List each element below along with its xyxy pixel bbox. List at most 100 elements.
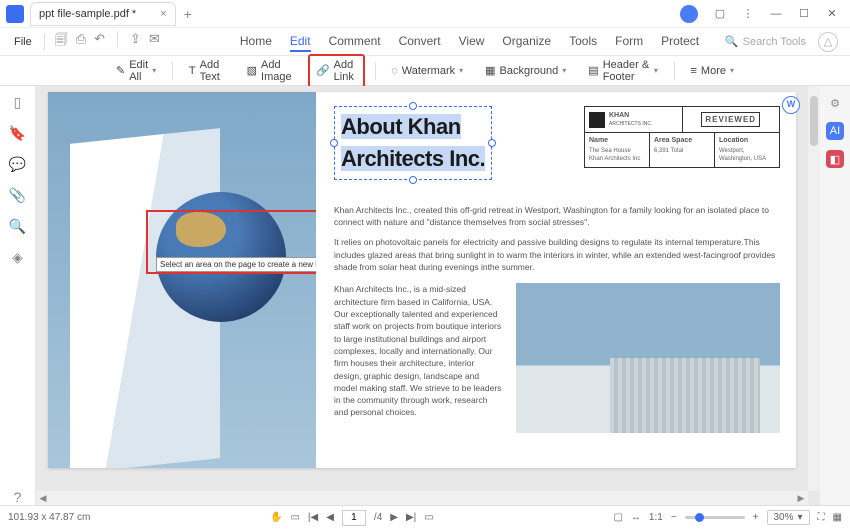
tab-convert[interactable]: Convert — [399, 32, 441, 52]
selected-text-frame[interactable]: About Khan Architects Inc. — [334, 106, 492, 180]
user-avatar[interactable] — [680, 5, 698, 23]
prev-page-icon[interactable]: ◀ — [326, 512, 334, 523]
more-icon: ≡ — [691, 65, 697, 77]
new-tab-button[interactable]: + — [184, 6, 192, 22]
brand-logo-icon — [589, 112, 605, 128]
document-tab[interactable]: ppt file-sample.pdf * × — [30, 2, 176, 26]
text-icon: T — [189, 65, 196, 77]
info-card: KHAN ARCHITECTS INC. REVIEWED NameThe Se… — [584, 106, 780, 168]
vertical-scrollbar[interactable] — [808, 86, 820, 491]
app-icon — [6, 5, 24, 23]
tab-title: ppt file-sample.pdf * — [39, 8, 136, 20]
help-icon[interactable]: △ — [818, 32, 838, 52]
document-title-line1: About Khan — [341, 111, 485, 143]
page-hero-image: Select an area on the page to create a n… — [48, 92, 316, 468]
view-mode-icon[interactable]: ▦ — [833, 512, 842, 523]
word-export-badge[interactable]: W — [782, 96, 800, 114]
paragraph-1: Khan Architects Inc., created this off-g… — [334, 204, 780, 229]
close-window-button[interactable]: ✕ — [820, 4, 844, 24]
header-footer-icon: ▤ — [588, 64, 598, 77]
pdf-tools-icon[interactable]: ◧ — [826, 150, 844, 168]
tab-organize[interactable]: Organize — [502, 32, 551, 52]
cursor-coordinates: 101.93 x 47.87 cm — [8, 512, 90, 523]
search-placeholder[interactable]: Search Tools — [743, 36, 806, 48]
watermark-icon: ◌ — [391, 65, 398, 77]
hand-tool-icon[interactable]: ✋ — [270, 512, 282, 523]
share-icon[interactable]: ⇪ — [130, 31, 141, 53]
attachment-icon[interactable]: 📎 — [9, 187, 26, 204]
close-tab-icon[interactable]: × — [160, 8, 166, 20]
comment-panel-icon[interactable]: 💬 — [9, 156, 26, 173]
fullscreen-icon[interactable]: ⛶ — [818, 512, 825, 523]
statusbar: 101.93 x 47.87 cm ✋ ▭ |◀ ◀ /4 ▶ ▶| ▭ ▢ ↔… — [0, 505, 850, 529]
scroll-left-arrow[interactable]: ◀ — [36, 493, 50, 504]
right-sidebar: ⚙ AI ◧ — [820, 86, 850, 505]
save-icon[interactable]: 🗐 — [55, 31, 68, 53]
more-button[interactable]: ≡More▾ — [685, 62, 741, 80]
add-text-button[interactable]: TAdd Text — [183, 56, 231, 86]
scroll-right-arrow[interactable]: ▶ — [794, 493, 808, 504]
document-canvas[interactable]: Select an area on the page to create a n… — [36, 86, 820, 505]
link-selection-highlight: Select an area on the page to create a n… — [146, 210, 316, 274]
search-icon: 🔍 — [725, 35, 739, 48]
help-sidebar-icon[interactable]: ? — [14, 489, 22, 505]
tab-form[interactable]: Form — [615, 32, 643, 52]
settings-panel-icon[interactable]: ⚙ — [826, 94, 844, 112]
layers-icon[interactable]: ◈ — [12, 249, 23, 266]
add-image-button[interactable]: ▧Add Image — [241, 56, 298, 86]
left-sidebar: ▯ 🔖 💬 📎 🔍 ◈ ? — [0, 86, 36, 505]
print-icon[interactable]: ⎙ — [76, 31, 86, 53]
maximize-button[interactable]: ☐ — [792, 4, 816, 24]
kebab-menu-icon[interactable]: ⋮ — [736, 4, 760, 24]
page-total: /4 — [374, 512, 382, 523]
image-icon: ▧ — [247, 64, 257, 77]
bookmark-icon[interactable]: 🔖 — [9, 125, 26, 142]
file-menu[interactable]: File — [6, 33, 40, 51]
first-page-icon[interactable]: |◀ — [308, 512, 318, 523]
paragraph-2: It relies on photovoltaic panels for ele… — [334, 236, 780, 273]
background-icon: ▦ — [485, 64, 495, 77]
tab-edit[interactable]: Edit — [290, 32, 311, 52]
link-icon: 🔗 — [316, 64, 330, 77]
edit-toolbar: ✎Edit All▾ TAdd Text ▧Add Image 🔗Add Lin… — [0, 56, 850, 86]
page-number-input[interactable] — [342, 510, 366, 526]
header-footer-button[interactable]: ▤Header & Footer▾ — [582, 56, 664, 86]
feedback-icon[interactable]: ▢ — [708, 4, 732, 24]
document-title-line2: Architects Inc. — [341, 143, 485, 175]
search-panel-icon[interactable]: 🔍 — [9, 218, 26, 235]
thumbnails-icon[interactable]: ▯ — [14, 94, 22, 111]
menubar: File 🗐 ⎙ ↶ ⇪ ✉ Home Edit Comment Convert… — [0, 28, 850, 56]
watermark-button[interactable]: ◌Watermark▾ — [385, 62, 469, 80]
link-hint-tooltip: Select an area on the page to create a n… — [156, 257, 316, 272]
titlebar: ppt file-sample.pdf * × + ▢ ⋮ — ☐ ✕ — [0, 0, 850, 28]
fit-width-icon[interactable]: ↔ — [631, 512, 641, 523]
tab-comment[interactable]: Comment — [329, 32, 381, 52]
zoom-in-icon[interactable]: + — [753, 512, 759, 523]
reading-mode-icon[interactable]: ▭ — [424, 512, 433, 523]
zoom-slider[interactable] — [685, 516, 745, 519]
background-button[interactable]: ▦Background▾ — [479, 61, 572, 80]
email-icon[interactable]: ✉ — [149, 31, 160, 53]
building-photo — [516, 283, 780, 433]
pencil-icon: ✎ — [116, 64, 125, 77]
select-tool-icon[interactable]: ▭ — [290, 512, 299, 523]
ai-panel-icon[interactable]: AI — [826, 122, 844, 140]
paragraph-3: Khan Architects Inc., is a mid-sized arc… — [334, 283, 504, 433]
zoom-out-icon[interactable]: − — [671, 512, 677, 523]
tab-view[interactable]: View — [459, 32, 485, 52]
last-page-icon[interactable]: ▶| — [406, 512, 416, 523]
zoom-value[interactable]: 30%▾ — [767, 510, 810, 525]
tab-home[interactable]: Home — [240, 32, 272, 52]
minimize-button[interactable]: — — [764, 4, 788, 24]
pdf-page: Select an area on the page to create a n… — [48, 92, 796, 468]
tab-tools[interactable]: Tools — [569, 32, 597, 52]
fit-page-icon[interactable]: ▢ — [613, 512, 622, 523]
horizontal-scrollbar[interactable]: ◀ ▶ — [36, 491, 808, 505]
add-link-button[interactable]: 🔗Add Link — [308, 54, 365, 88]
undo-icon[interactable]: ↶ — [94, 31, 105, 53]
ribbon-tabs: Home Edit Comment Convert View Organize … — [240, 32, 699, 52]
tab-protect[interactable]: Protect — [661, 32, 699, 52]
edit-all-button[interactable]: ✎Edit All▾ — [110, 56, 162, 86]
next-page-icon[interactable]: ▶ — [390, 512, 398, 523]
actual-size-icon[interactable]: 1:1 — [649, 512, 663, 523]
